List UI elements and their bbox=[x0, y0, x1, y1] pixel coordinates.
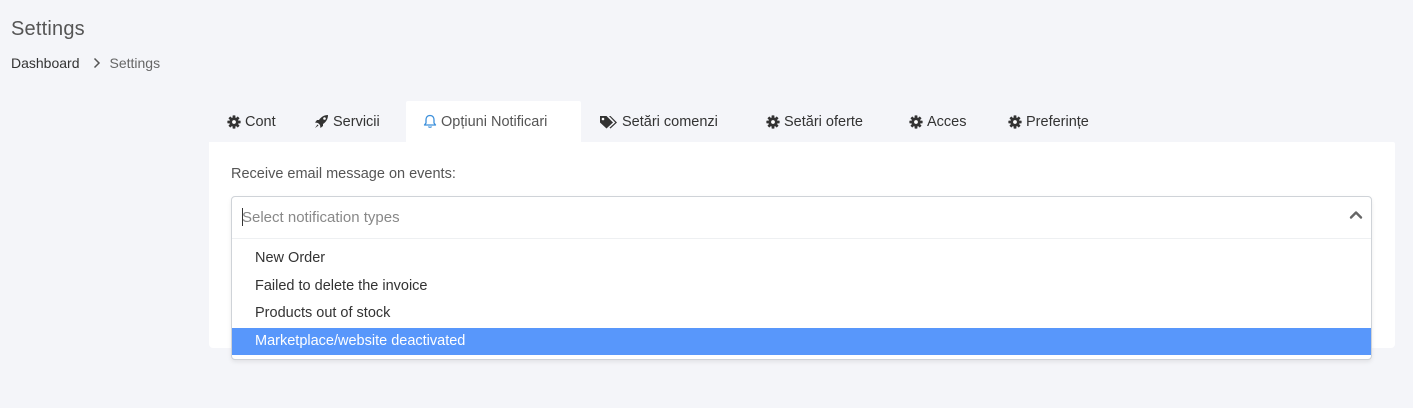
gear-icon bbox=[909, 114, 923, 129]
tab-label: Acces bbox=[927, 113, 967, 130]
breadcrumb-current: Settings bbox=[109, 55, 161, 71]
tab-label: Servicii bbox=[333, 113, 380, 130]
tags-icon bbox=[599, 115, 618, 129]
dropdown-option[interactable]: New Order bbox=[232, 245, 1371, 273]
chevron-up-icon[interactable] bbox=[1347, 206, 1365, 224]
tab-notificari[interactable]: Opțiuni Notificari bbox=[406, 101, 581, 142]
page-title: Settings bbox=[11, 18, 85, 40]
tab-preferinte[interactable]: Preferințe bbox=[990, 101, 1110, 142]
select-search-row bbox=[232, 197, 1371, 239]
gear-icon bbox=[227, 114, 241, 129]
breadcrumb: Dashboard Settings bbox=[11, 55, 160, 71]
tab-label: Preferințe bbox=[1026, 113, 1089, 130]
tab-label: Setări oferte bbox=[784, 113, 863, 130]
dropdown-option[interactable]: Failed to delete the invoice bbox=[232, 273, 1371, 301]
rocket-icon bbox=[314, 114, 329, 129]
tab-setari-oferte[interactable]: Setări oferte bbox=[748, 101, 891, 142]
dropdown-option-highlighted[interactable]: Marketplace/website deactivated bbox=[232, 327, 1371, 355]
tab-label: Opțiuni Notificari bbox=[441, 113, 548, 130]
chevron-right-icon bbox=[93, 57, 101, 69]
notification-types-search-input[interactable] bbox=[242, 206, 1322, 228]
tab-setari-comenzi[interactable]: Setări comenzi bbox=[581, 101, 748, 142]
dropdown-options: New Order Failed to delete the invoice P… bbox=[232, 245, 1371, 355]
text-cursor bbox=[242, 208, 243, 226]
notification-types-select[interactable]: New Order Failed to delete the invoice P… bbox=[231, 196, 1372, 360]
gear-icon bbox=[1008, 114, 1022, 129]
dropdown-option[interactable]: Products out of stock bbox=[232, 300, 1371, 328]
tab-label: Setări comenzi bbox=[622, 113, 718, 130]
tab-label: Cont bbox=[245, 113, 276, 130]
breadcrumb-dashboard-link[interactable]: Dashboard bbox=[11, 55, 80, 71]
tab-acces[interactable]: Acces bbox=[891, 101, 990, 142]
tab-servicii[interactable]: Servicii bbox=[298, 101, 406, 142]
notification-field-label: Receive email message on events: bbox=[231, 166, 456, 182]
tab-cont[interactable]: Cont bbox=[209, 101, 298, 142]
settings-tabs: Cont Servicii Opțiuni Notificari Setări … bbox=[209, 101, 1110, 142]
bell-icon bbox=[423, 114, 437, 129]
gear-icon bbox=[766, 114, 780, 129]
